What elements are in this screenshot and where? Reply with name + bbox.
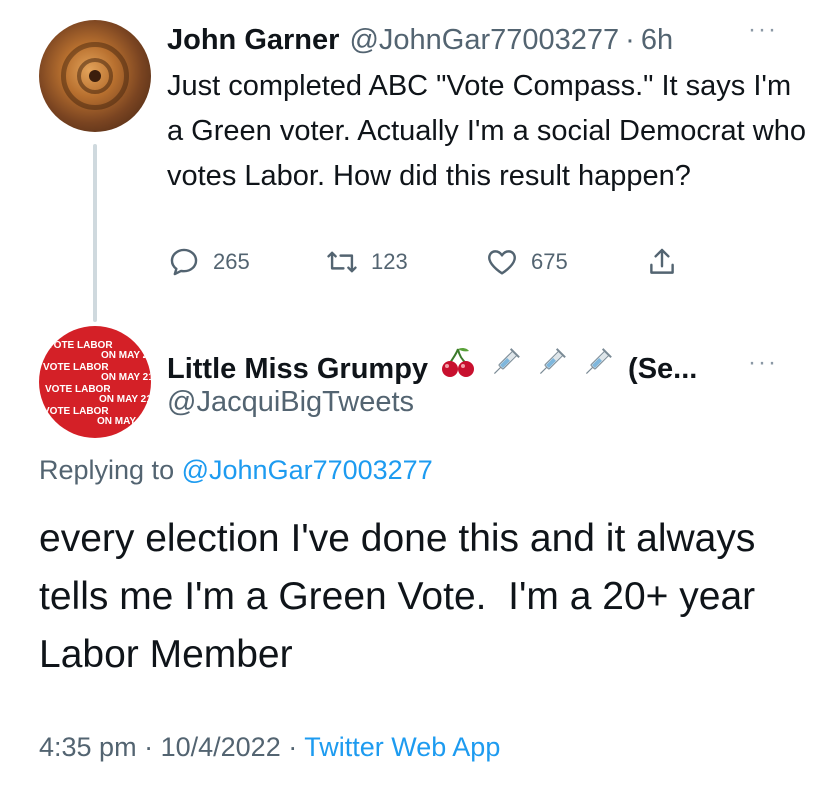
cherries-emoji-icon bbox=[440, 345, 476, 392]
reply-button[interactable]: 265 bbox=[167, 240, 250, 284]
like-button[interactable]: 675 bbox=[485, 240, 568, 284]
replying-to: Replying to @JohnGar77003277 bbox=[39, 455, 433, 486]
reply-tweet-text: every election I've done this and it alw… bbox=[39, 517, 767, 676]
tweet-time[interactable]: 6h bbox=[641, 20, 673, 60]
retweet-icon bbox=[327, 251, 357, 273]
tweet-time[interactable]: 4:35 pm bbox=[39, 732, 137, 762]
reply-icon bbox=[170, 248, 198, 276]
retweet-button[interactable]: 123 bbox=[325, 240, 408, 284]
avatar-text: ON MAY 21 bbox=[97, 416, 150, 427]
heart-icon bbox=[488, 250, 516, 275]
avatar-text: ON MAY 21 bbox=[99, 394, 151, 405]
avatar-text: ON MAY 21 bbox=[101, 350, 151, 361]
reply-count: 265 bbox=[213, 249, 250, 274]
tweet-source-link[interactable]: Twitter Web App bbox=[304, 732, 500, 762]
author-handle[interactable]: @JacquiBigTweets bbox=[167, 386, 414, 419]
more-options-icon[interactable]: ··· bbox=[748, 16, 778, 44]
avatar-text: ON MAY 21 bbox=[101, 372, 151, 383]
tweet-metadata: 4:35 pm · 10/4/2022 · Twitter Web App bbox=[39, 732, 500, 763]
separator: · bbox=[144, 732, 154, 762]
parent-tweet-header: John Garner @JohnGar77003277 · 6h bbox=[167, 20, 673, 60]
replying-to-link[interactable]: @JohnGar77003277 bbox=[182, 455, 433, 485]
avatar-john-garner[interactable] bbox=[39, 20, 151, 132]
parent-tweet-text: Just completed ABC "Vote Compass." It sa… bbox=[167, 70, 806, 192]
author-name[interactable]: John Garner bbox=[167, 20, 339, 60]
tweet-actions: 265 123 675 bbox=[167, 240, 727, 284]
avatar-text: VOTE LABOR bbox=[43, 362, 109, 373]
avatar-little-miss-grumpy[interactable]: VOTE LABOR ON MAY 21 VOTE LABOR ON MAY 2… bbox=[39, 326, 151, 438]
author-name[interactable]: Little Miss Grumpy bbox=[167, 349, 428, 389]
syringe-emoji-icon bbox=[534, 346, 568, 391]
share-icon bbox=[650, 248, 674, 274]
reply-tweet-header: Little Miss Grumpy (Se... bbox=[167, 345, 697, 392]
syringe-emoji-icon bbox=[580, 346, 614, 391]
replying-to-label: Replying to bbox=[39, 455, 175, 485]
thread-connector-line bbox=[93, 144, 97, 322]
more-options-icon[interactable]: ··· bbox=[748, 349, 778, 377]
separator: · bbox=[288, 732, 298, 762]
syringe-emoji-icon bbox=[488, 346, 522, 391]
like-count: 675 bbox=[531, 249, 568, 274]
retweet-count: 123 bbox=[371, 249, 408, 274]
share-button[interactable] bbox=[645, 240, 679, 284]
separator: · bbox=[625, 24, 635, 56]
author-handle[interactable]: @JohnGar77003277 bbox=[349, 20, 619, 60]
author-name-tail[interactable]: (Se... bbox=[628, 349, 697, 389]
tweet-date[interactable]: 10/4/2022 bbox=[161, 732, 281, 762]
